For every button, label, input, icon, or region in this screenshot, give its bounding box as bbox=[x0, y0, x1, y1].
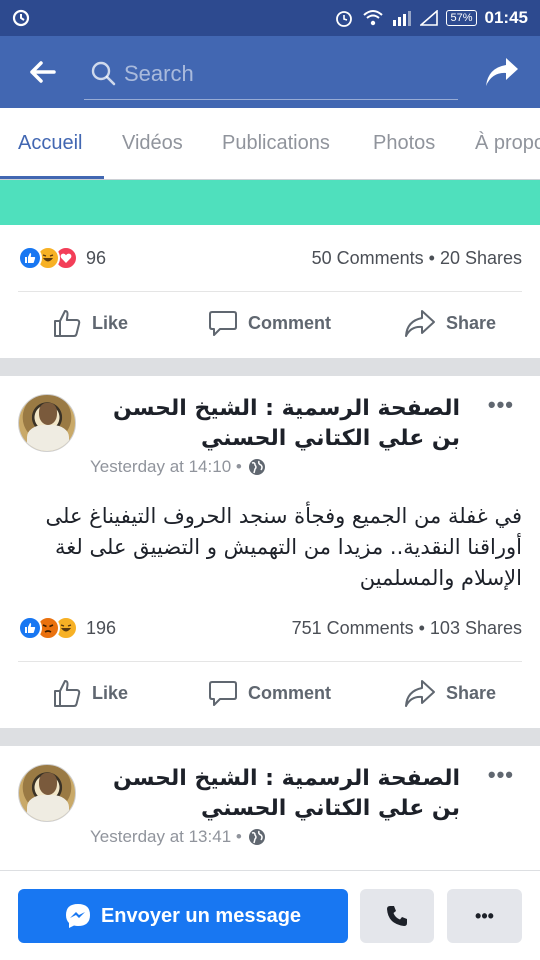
like-label: Like bbox=[92, 312, 129, 333]
globe-icon bbox=[248, 459, 265, 475]
globe-icon bbox=[248, 829, 265, 845]
tab-photos[interactable]: Photos bbox=[373, 132, 435, 155]
active-tab-indicator bbox=[0, 176, 104, 179]
reaction-count: 196 bbox=[86, 617, 117, 638]
bottom-action-bar: Envoyer un message ••• bbox=[0, 870, 540, 960]
share-button[interactable]: Share bbox=[404, 678, 496, 708]
post-options-button[interactable]: ••• bbox=[488, 762, 514, 788]
share-arrow-icon bbox=[486, 58, 518, 86]
share-label: Share bbox=[446, 312, 497, 333]
phone-icon bbox=[387, 906, 407, 926]
post-card: 96 50 Comments • 20 Shares Like Comment … bbox=[0, 225, 540, 358]
like-button[interactable]: Like bbox=[52, 678, 128, 708]
comment-icon bbox=[209, 311, 237, 336]
comments-shares-count[interactable]: 751 Comments • 103 Shares bbox=[292, 618, 522, 639]
divider bbox=[18, 291, 522, 292]
wifi-icon bbox=[363, 10, 384, 26]
like-label: Like bbox=[92, 682, 129, 703]
divider bbox=[18, 661, 522, 662]
comment-button[interactable]: Comment bbox=[208, 678, 331, 708]
clock: 01:45 bbox=[484, 8, 528, 27]
alarm-icon bbox=[336, 11, 353, 27]
more-options-button[interactable]: ••• bbox=[447, 889, 522, 943]
share-icon bbox=[405, 310, 435, 337]
comment-label: Comment bbox=[248, 312, 332, 333]
post-text: في غفلة من الجميع وفجأة سنجد الحروف التي… bbox=[45, 504, 523, 590]
thumbs-up-icon bbox=[54, 310, 81, 337]
page-avatar[interactable] bbox=[18, 764, 76, 822]
comment-button[interactable]: Comment bbox=[208, 308, 331, 338]
post-card: الصفحة الرسمية : الشيخ الحسن بن علي الكت… bbox=[0, 746, 540, 870]
tab-publications[interactable]: Publications bbox=[222, 132, 330, 155]
search-input[interactable] bbox=[124, 60, 444, 87]
signal-empty-icon bbox=[420, 10, 439, 26]
status-bar: 57% 01:45 bbox=[0, 0, 540, 36]
signal-icon bbox=[393, 11, 412, 26]
post-author[interactable]: الصفحة الرسمية : الشيخ الحسن بن علي الكت… bbox=[90, 394, 460, 454]
search-icon bbox=[91, 61, 116, 86]
post-options-button[interactable]: ••• bbox=[488, 392, 514, 418]
like-reaction-icon bbox=[18, 616, 42, 640]
share-icon bbox=[405, 680, 435, 707]
app-bar bbox=[0, 36, 540, 108]
search-bar[interactable] bbox=[84, 48, 458, 100]
tab-a-propos[interactable]: À propos bbox=[475, 132, 540, 155]
page-tabs: Accueil Vidéos Publications Photos À pro… bbox=[0, 108, 540, 180]
post-time-text: Yesterday at 13:41 • bbox=[90, 827, 242, 846]
battery-indicator: 57% bbox=[446, 10, 477, 26]
send-message-button[interactable]: Envoyer un message bbox=[18, 889, 348, 943]
comment-icon bbox=[209, 681, 237, 706]
post-timestamp[interactable]: Yesterday at 14:10 • bbox=[90, 457, 266, 477]
share-button[interactable]: Share bbox=[404, 308, 496, 338]
like-button[interactable]: Like bbox=[52, 308, 128, 338]
comments-shares-count[interactable]: 50 Comments • 20 Shares bbox=[312, 248, 522, 269]
call-button[interactable] bbox=[360, 889, 434, 943]
send-message-label: Envoyer un message bbox=[100, 904, 302, 927]
reaction-summary[interactable]: 196 bbox=[18, 616, 116, 640]
post-image-strip bbox=[0, 180, 540, 225]
post-author[interactable]: الصفحة الرسمية : الشيخ الحسن بن علي الكت… bbox=[90, 764, 460, 824]
post-card: الصفحة الرسمية : الشيخ الحسن بن علي الكت… bbox=[0, 376, 540, 728]
page-avatar[interactable] bbox=[18, 394, 76, 452]
messenger-icon bbox=[65, 904, 90, 928]
thumbs-up-icon bbox=[54, 680, 81, 707]
share-label: Share bbox=[446, 682, 497, 703]
share-page-button[interactable] bbox=[478, 48, 526, 96]
arrow-left-icon bbox=[30, 61, 56, 83]
sync-icon bbox=[12, 9, 30, 27]
post-timestamp[interactable]: Yesterday at 13:41 • bbox=[90, 827, 266, 847]
back-button[interactable] bbox=[0, 36, 84, 108]
tab-videos[interactable]: Vidéos bbox=[122, 132, 183, 155]
reaction-count: 96 bbox=[86, 247, 107, 268]
tab-accueil[interactable]: Accueil bbox=[18, 132, 82, 155]
reaction-summary[interactable]: 96 bbox=[18, 246, 106, 270]
like-reaction-icon bbox=[18, 246, 42, 270]
post-time-text: Yesterday at 14:10 • bbox=[90, 457, 242, 476]
comment-label: Comment bbox=[248, 682, 332, 703]
